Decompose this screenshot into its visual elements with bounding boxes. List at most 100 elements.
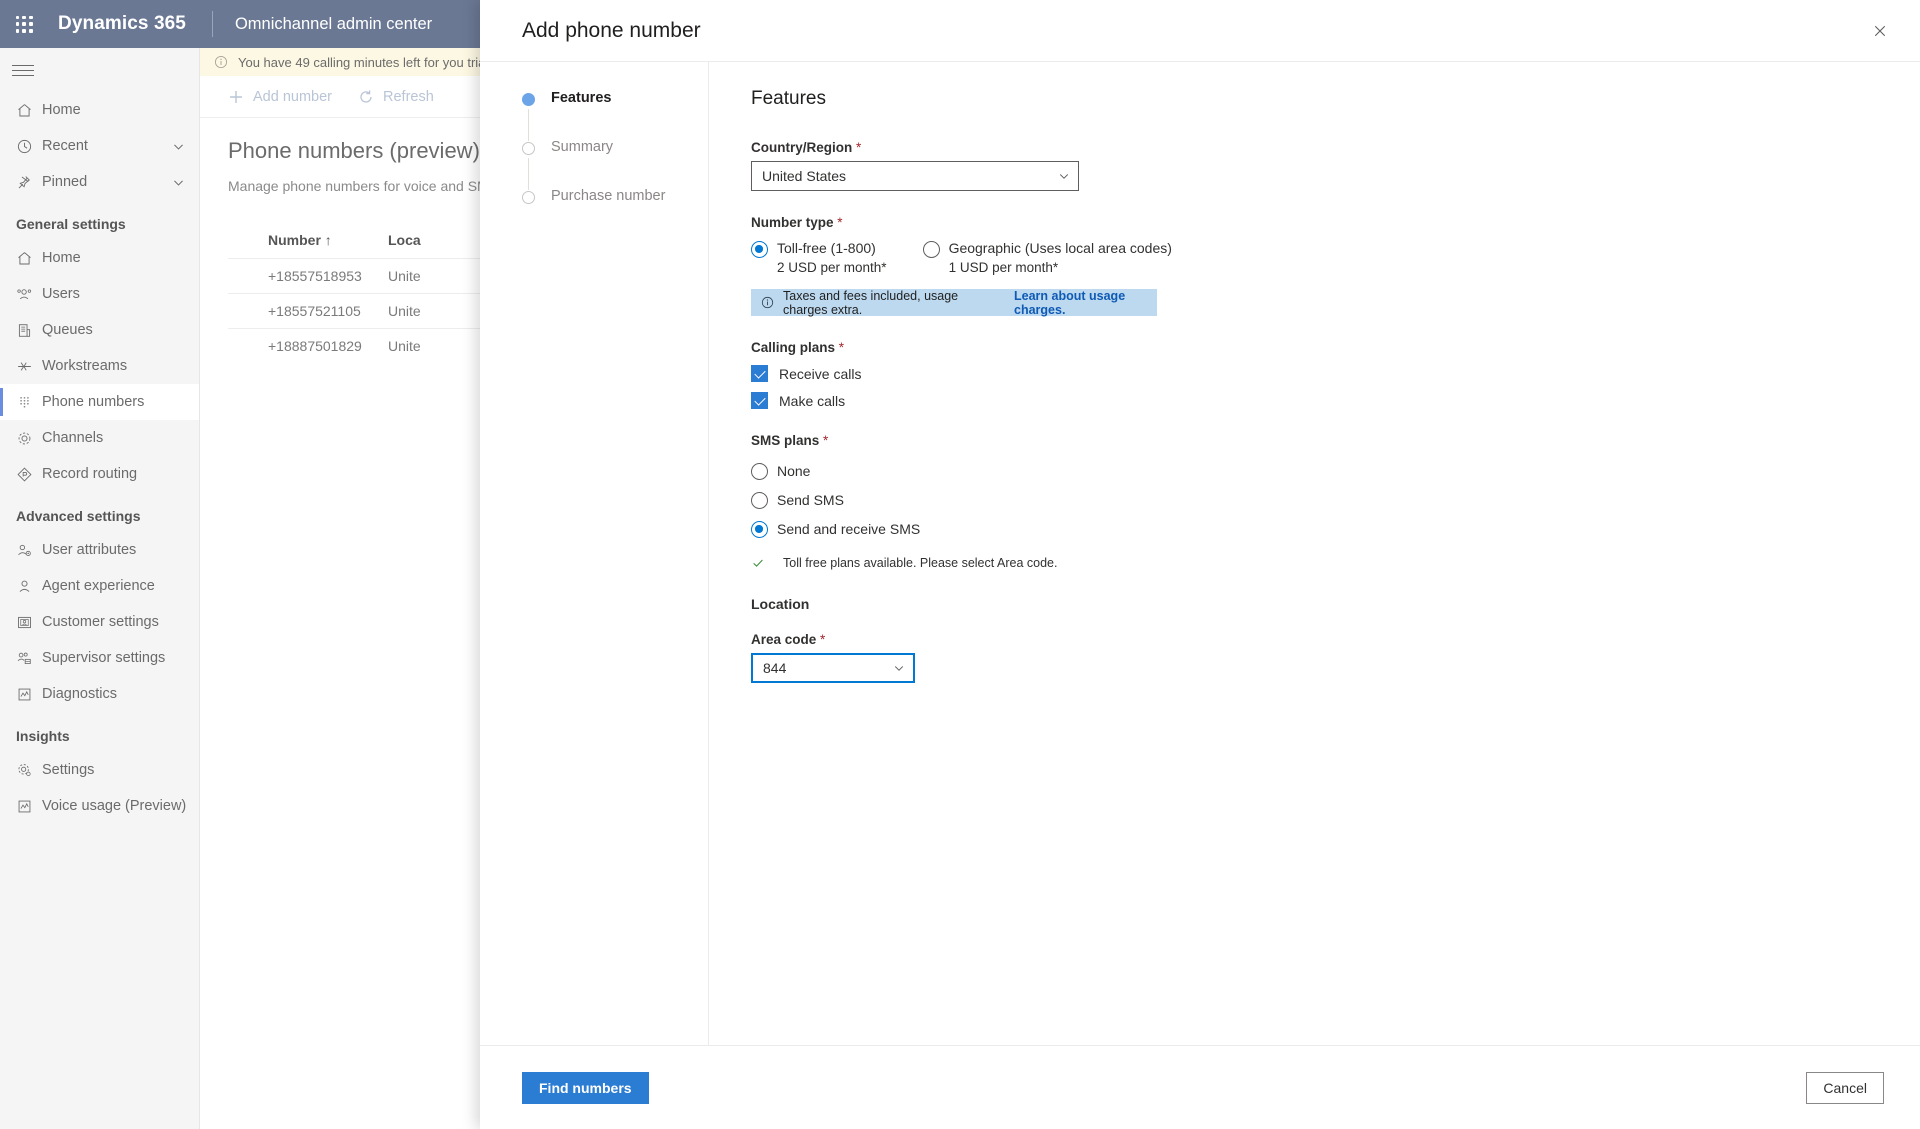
sidebar-item-channels[interactable]: Channels [0, 420, 199, 456]
close-icon [1873, 24, 1887, 38]
sidebar-item-voice-usage[interactable]: Voice usage (Preview) [0, 788, 199, 824]
sidebar-item-label: Home [42, 102, 81, 118]
calling-plans-label: Calling plans * [751, 340, 1920, 355]
option-label: Geographic (Uses local area codes) [948, 240, 1172, 256]
column-header-number[interactable]: Number ↑ [228, 232, 388, 248]
required-asterisk: * [838, 340, 845, 355]
learn-about-usage-charges-link[interactable]: Learn about usage charges. [1014, 289, 1157, 317]
sidebar-item-label: User attributes [42, 542, 137, 558]
checkbox-make-calls[interactable]: Make calls [751, 392, 1920, 409]
checkbox-receive-calls[interactable]: Receive calls [751, 365, 1920, 382]
location-heading: Location [751, 596, 810, 612]
step-purchase-number[interactable]: Purchase number [522, 188, 708, 237]
home-icon [16, 250, 42, 267]
availability-note: Toll free plans available. Please select… [751, 556, 1920, 570]
find-numbers-button[interactable]: Find numbers [522, 1071, 649, 1104]
sidebar-item-agent-experience[interactable]: Agent experience [0, 568, 199, 604]
usage-charges-info-banner: Taxes and fees included, usage charges e… [751, 289, 1157, 317]
sidebar-item-home[interactable]: Home [0, 240, 199, 276]
sidebar-item-label: Supervisor settings [42, 650, 166, 666]
number-type-label-text: Number type [751, 215, 834, 230]
info-icon [761, 296, 774, 309]
country-region-value: United States [762, 168, 847, 184]
sidebar-item-home-quick[interactable]: Home [0, 92, 199, 128]
sidebar-item-user-attributes[interactable]: User attributes [0, 532, 199, 568]
sidebar-item-pinned[interactable]: Pinned [0, 164, 199, 200]
app-name-label: Omnichannel admin center [234, 14, 433, 33]
sidebar-item-label: Customer settings [42, 614, 159, 630]
number-type-option-geographic[interactable]: Geographic (Uses local area codes) 1 USD… [922, 240, 1172, 275]
dialog-title: Add phone number [522, 18, 701, 42]
sidebar-item-label: Diagnostics [42, 686, 117, 702]
sms-option-none[interactable]: None [751, 462, 1920, 480]
option-price: 2 USD per month* [777, 260, 887, 275]
area-code-value: 844 [763, 660, 787, 676]
country-region-label-text: Country/Region [751, 140, 853, 155]
dialog-footer: Find numbers Cancel [480, 1045, 1920, 1129]
availability-note-text: Toll free plans available. Please select… [783, 556, 1058, 570]
home-icon [16, 102, 42, 119]
sms-option-send-sms[interactable]: Send SMS [751, 491, 1920, 509]
radio-indicator [751, 241, 768, 258]
agent-icon [16, 578, 42, 595]
form-heading: Features [751, 88, 826, 109]
calling-plans-label-text: Calling plans [751, 340, 836, 355]
number-type-radio-group: Toll-free (1-800) 2 USD per month* Geogr… [751, 240, 1920, 275]
customer-card-icon [16, 614, 42, 631]
chevron-down-icon[interactable] [172, 140, 185, 153]
add-number-button[interactable]: Add number [228, 89, 332, 105]
required-asterisk: * [823, 433, 829, 448]
sidebar-navigation: Home Recent Pinned General settings Home… [0, 48, 200, 1129]
sidebar-group-title: Advanced settings [16, 508, 141, 524]
cell-number: +18887501829 [268, 338, 362, 354]
close-button[interactable] [1860, 11, 1900, 51]
sidebar-item-label: Recent [42, 138, 88, 154]
dialog-header: Add phone number [480, 0, 1920, 62]
step-summary[interactable]: Summary [522, 139, 708, 190]
chevron-down-icon[interactable] [172, 176, 185, 189]
clock-icon [16, 138, 42, 155]
sidebar-item-diagnostics[interactable]: Diagnostics [0, 676, 199, 712]
calling-plans-field: Calling plans * Receive calls Make calls [751, 340, 1920, 409]
cell-number: +18557521105 [268, 303, 361, 319]
checkbox-label: Make calls [779, 392, 846, 409]
sidebar-item-queues[interactable]: Queues [0, 312, 199, 348]
app-launcher-icon [15, 15, 33, 33]
required-asterisk: * [856, 140, 862, 155]
sidebar-item-users[interactable]: Users [0, 276, 199, 312]
sidebar-item-label: Pinned [42, 174, 88, 190]
number-type-field: Number type * Toll-free (1-800) 2 USD pe… [751, 215, 1920, 317]
sort-ascending-icon: ↑ [324, 232, 332, 248]
country-region-dropdown[interactable]: United States [751, 161, 1079, 191]
plus-icon [228, 89, 244, 105]
chevron-down-icon [1058, 170, 1070, 182]
step-features[interactable]: Features [522, 90, 708, 141]
sidebar-item-insights-settings[interactable]: Settings [0, 752, 199, 788]
sidebar-item-supervisor-settings[interactable]: Supervisor settings [0, 640, 199, 676]
refresh-button[interactable]: Refresh [358, 89, 434, 105]
number-type-option-toll-free[interactable]: Toll-free (1-800) 2 USD per month* [751, 240, 887, 275]
column-header-label: Number [268, 232, 321, 248]
sidebar-item-label: Queues [42, 322, 93, 338]
cancel-button[interactable]: Cancel [1806, 1071, 1884, 1104]
radio-indicator [751, 521, 768, 538]
area-code-dropdown[interactable]: 844 [751, 653, 915, 683]
sidebar-item-workstreams[interactable]: Workstreams [0, 348, 199, 384]
step-label: Purchase number [551, 188, 666, 204]
sms-option-send-and-receive-sms[interactable]: Send and receive SMS [751, 520, 1920, 538]
sidebar-item-label: Workstreams [42, 358, 128, 374]
sidebar-item-record-routing[interactable]: Record routing [0, 456, 199, 492]
sidebar-item-phone-numbers[interactable]: Phone numbers [0, 384, 199, 420]
dialog-body: Features Summary Purchase number Feature… [480, 62, 1920, 1045]
app-launcher-button[interactable] [0, 0, 48, 48]
supervisor-icon [16, 650, 42, 667]
sidebar-item-label: Channels [42, 430, 104, 446]
option-label: None [777, 462, 811, 479]
user-attributes-icon [16, 542, 42, 559]
insights-gear-icon [16, 762, 42, 779]
sidebar-item-customer-settings[interactable]: Customer settings [0, 604, 199, 640]
option-label: Toll-free (1-800) [777, 240, 876, 256]
dialpad-icon [16, 394, 42, 411]
sidebar-item-recent[interactable]: Recent [0, 128, 199, 164]
sidebar-collapse-button[interactable] [0, 48, 199, 92]
